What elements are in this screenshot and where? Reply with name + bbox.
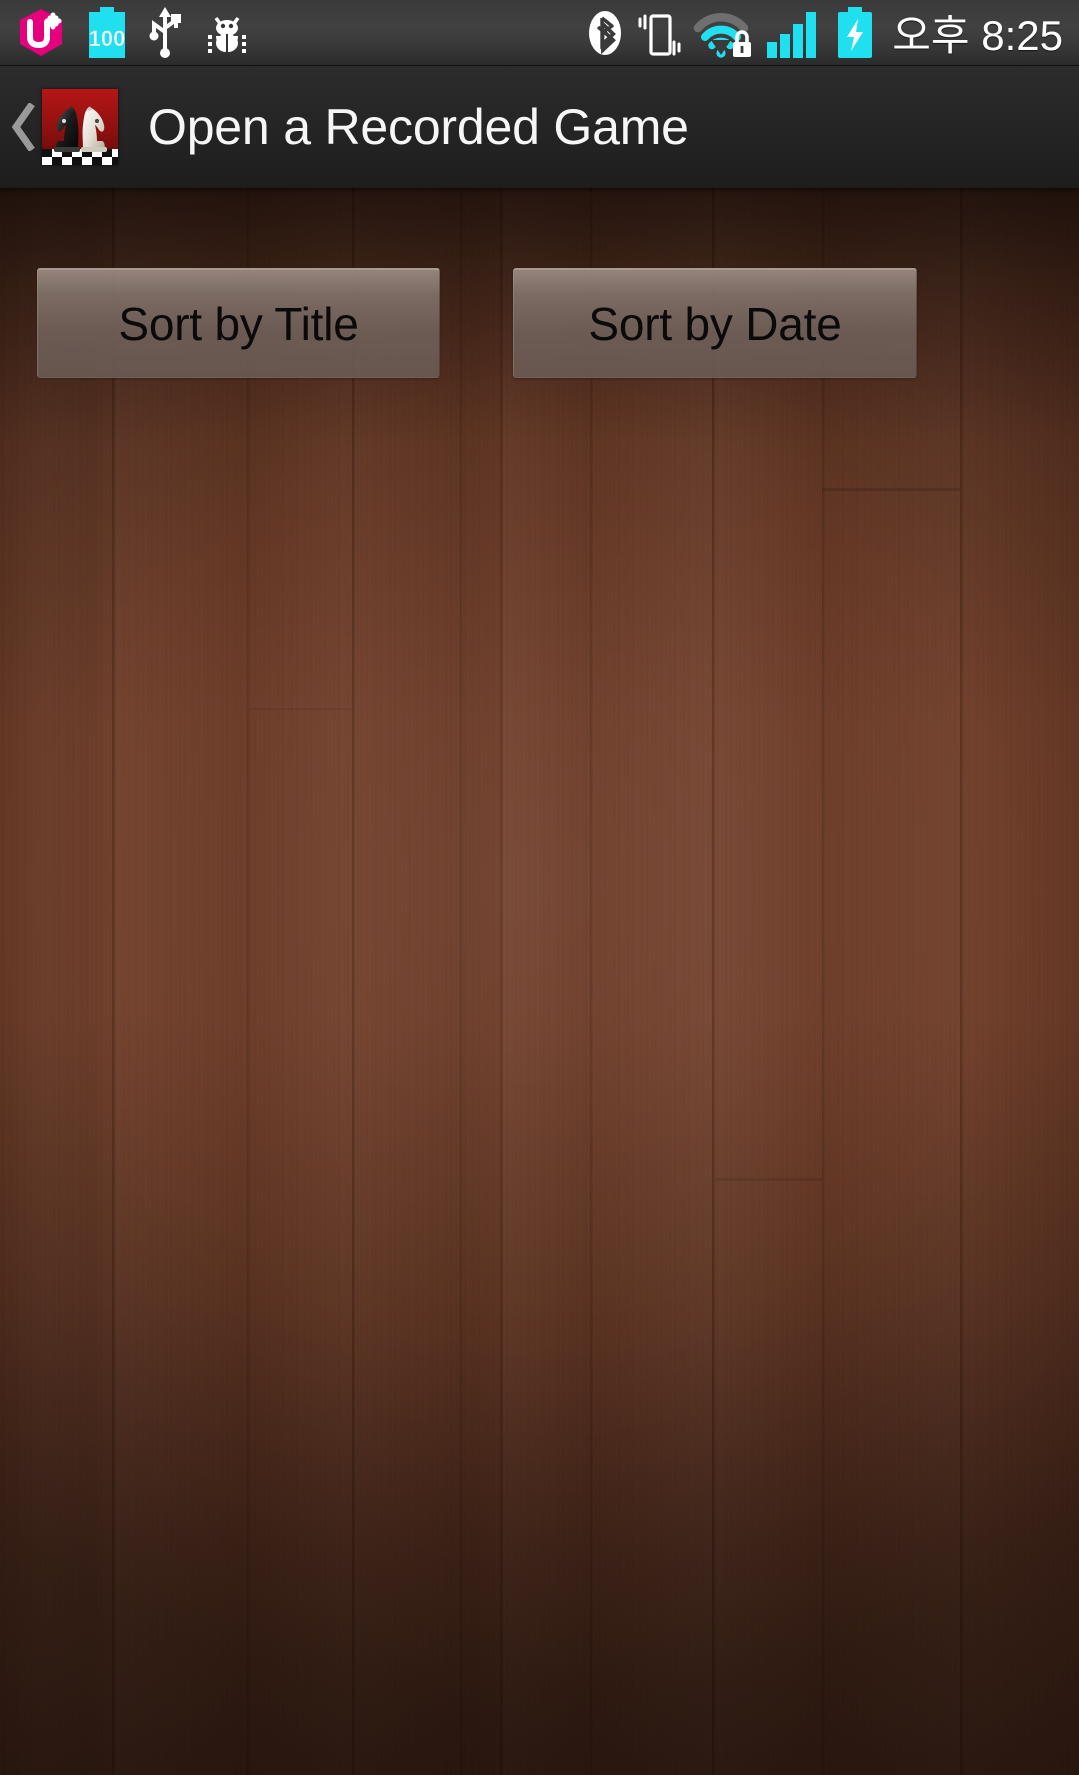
debug-bug-icon bbox=[202, 8, 252, 58]
lgu-plus-logo-icon bbox=[14, 6, 68, 60]
wifi-locked-icon bbox=[693, 6, 755, 60]
status-bar-right-icons: 오후 8:25 bbox=[585, 2, 1079, 63]
svg-text:100: 100 bbox=[89, 26, 126, 51]
sort-by-date-button[interactable]: Sort by Date bbox=[513, 268, 917, 378]
battery-charging-icon bbox=[835, 6, 875, 60]
sort-button-row: Sort by Title Sort by Date bbox=[0, 268, 1079, 378]
bluetooth-icon bbox=[585, 6, 625, 60]
page-title: Open a Recorded Game bbox=[148, 99, 689, 155]
recorded-game-list[interactable] bbox=[0, 388, 1079, 1775]
back-button[interactable] bbox=[0, 66, 40, 188]
chess-knights-app-icon[interactable] bbox=[42, 89, 118, 165]
vibrate-mode-icon bbox=[636, 6, 682, 60]
battery-percent-icon: 100 bbox=[86, 6, 128, 60]
sort-by-title-button[interactable]: Sort by Title bbox=[37, 268, 440, 378]
content-area: Sort by Title Sort by Date bbox=[0, 188, 1079, 1775]
app-screen: 100 오후 8:25 Open a Recorded Game Sort by… bbox=[0, 0, 1079, 1775]
status-bar-left-icons: 100 bbox=[0, 6, 252, 60]
action-bar: Open a Recorded Game bbox=[0, 66, 1079, 188]
status-bar[interactable]: 100 오후 8:25 bbox=[0, 0, 1079, 66]
status-bar-clock: 오후 8:25 bbox=[892, 12, 1063, 59]
usb-icon bbox=[146, 6, 184, 60]
cellular-signal-icon bbox=[766, 6, 824, 60]
